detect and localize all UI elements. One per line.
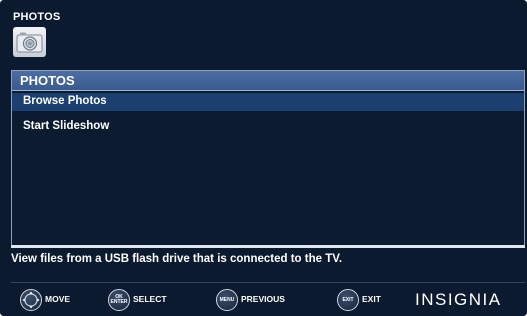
hint-exit: EXIT EXIT [337,289,397,311]
menu-item-label: Browse Photos [23,95,107,107]
tv-screen: PHOTOS PHOTOS Browse Photos Start Slides… [0,0,527,316]
hint-label-exit: EXIT [362,294,381,304]
ok-enter-button-text: OK ENTER [110,294,128,305]
exit-icon: EXIT [337,289,359,311]
ok-enter-icon: OK ENTER [108,289,130,311]
menu-item-start-slideshow[interactable]: Start Slideshow [12,118,524,136]
menu-title-bar: PHOTOS [12,71,524,91]
menu-button-text: MENU [219,296,235,303]
menu-panel: PHOTOS Browse Photos Start Slideshow [11,70,525,246]
menu-item-label: Start Slideshow [23,120,110,132]
hint-select: OK ENTER SELECT [108,289,183,311]
hint-previous: MENU PREVIOUS [216,289,301,311]
brand-logo: INSIGNIA [415,290,502,309]
menu-title: PHOTOS [20,73,75,88]
description-text: View files from a USB flash drive that i… [11,253,343,265]
hint-label-select: SELECT [133,294,167,304]
menu-icon: MENU [216,289,238,311]
header-title: PHOTOS [13,11,61,23]
camera-icon [13,27,46,57]
hint-label-previous: PREVIOUS [241,294,285,304]
description-divider [11,245,525,248]
exit-button-text: EXIT [342,296,354,303]
dpad-icon [20,289,42,311]
menu-item-browse-photos[interactable]: Browse Photos [12,93,524,111]
hint-move: MOVE [20,289,80,311]
top-header: PHOTOS [0,0,527,70]
hint-label-move: MOVE [45,294,71,304]
